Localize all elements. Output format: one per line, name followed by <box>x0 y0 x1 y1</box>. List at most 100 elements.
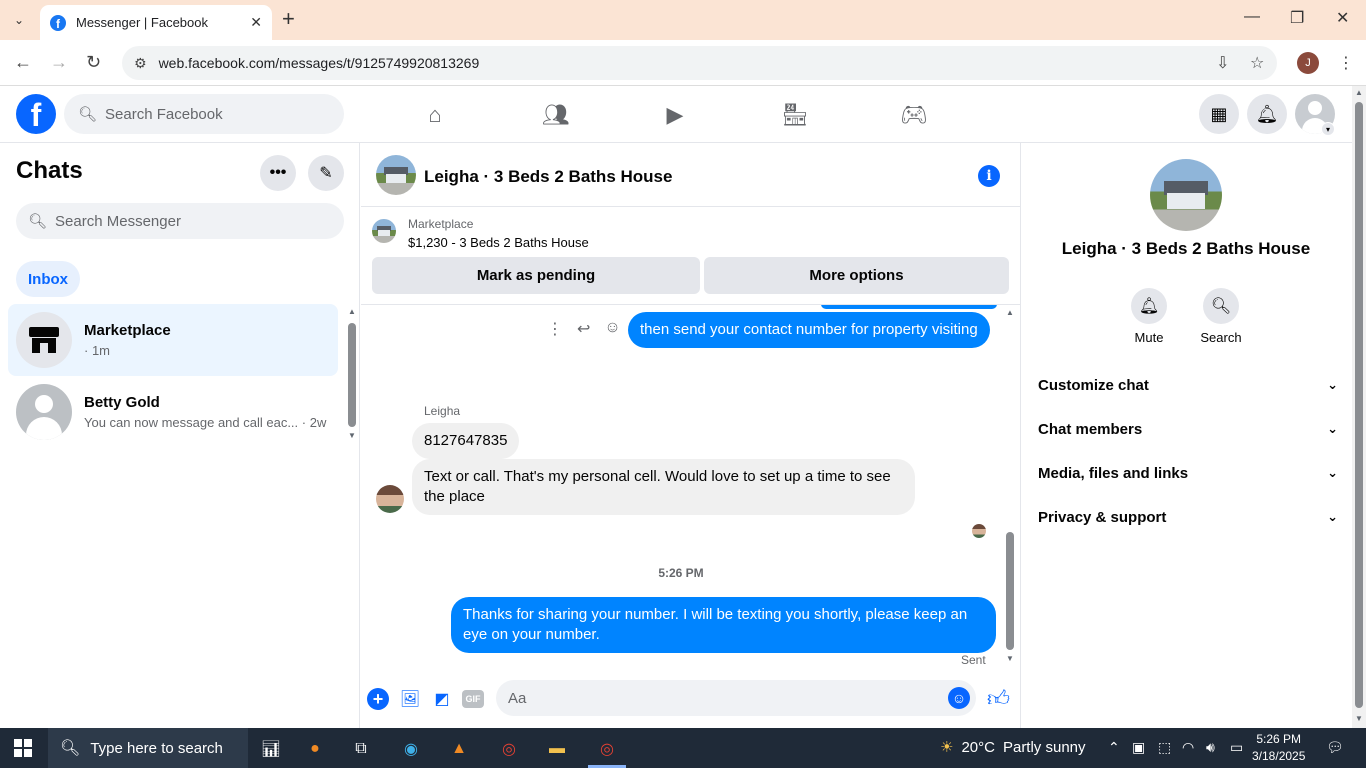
browser-tab-messenger[interactable]: f Messenger | Facebook ✕ <box>40 5 272 40</box>
outgoing-message-bubble[interactable]: Thanks for sharing your number. I will b… <box>451 597 996 653</box>
battery-icon[interactable]: ▭ <box>1230 739 1243 756</box>
show-hidden-icons-icon[interactable]: ⌃ <box>1108 739 1120 756</box>
sender-avatar[interactable] <box>376 485 404 513</box>
gif-icon[interactable]: GIF <box>462 690 484 708</box>
reply-icon[interactable]: ↩ <box>577 319 590 339</box>
sticker-icon[interactable]: ◩ <box>431 688 453 710</box>
minimize-window-icon[interactable]: — <box>1244 8 1260 26</box>
incoming-message-bubble[interactable]: Text or call. That's my personal cell. W… <box>412 459 915 515</box>
edge-browser-icon[interactable]: ◉ <box>398 736 424 762</box>
task-view-icon[interactable]: ⧉ <box>348 736 374 762</box>
scroll-down-arrow-icon[interactable]: ▼ <box>1355 714 1363 723</box>
taskbar-search-box[interactable]: 🔍︎ Type here to search <box>48 728 248 768</box>
conversation-info-icon[interactable]: i <box>978 165 1000 187</box>
scroll-up-arrow-icon[interactable]: ▲ <box>1006 308 1014 317</box>
chat-name: Betty Gold <box>84 394 160 411</box>
listing-large-avatar[interactable] <box>1150 159 1222 231</box>
outgoing-message-bubble[interactable]: then send your contact number for proper… <box>628 312 990 348</box>
marketplace-icon[interactable]: 🏪︎ <box>775 100 815 130</box>
back-arrow-icon[interactable]: ← <box>14 52 32 73</box>
attach-photo-icon[interactable]: 🖼︎ <box>399 688 421 710</box>
privacy-support-section[interactable]: Privacy & support ⌄ <box>1038 501 1338 533</box>
listing-thumbnail[interactable] <box>372 219 396 243</box>
video-icon[interactable]: ▶ <box>655 100 695 130</box>
windows-taskbar: 🔍︎ Type here to search 📊︎ ● ⧉ ◉ ▲ ◎ ▬ ◎ … <box>0 728 1366 768</box>
section-label: Privacy & support <box>1038 508 1167 526</box>
weather-widget[interactable]: ☀ 20°C Partly sunny <box>940 738 1086 757</box>
close-window-icon[interactable]: ✕ <box>1336 8 1349 28</box>
menu-grid-icon[interactable]: ▦ <box>1199 94 1239 134</box>
chat-members-section[interactable]: Chat members ⌄ <box>1038 413 1338 445</box>
close-tab-icon[interactable]: ✕ <box>250 14 262 31</box>
chats-scrollbar-thumb[interactable] <box>348 323 356 427</box>
react-emoji-icon[interactable]: ☺ <box>604 319 620 339</box>
facebook-logo[interactable]: f <box>16 94 56 134</box>
facebook-search-box[interactable]: 🔍︎ Search Facebook <box>64 94 344 134</box>
chrome-icon[interactable]: ◎ <box>496 736 522 762</box>
site-info-icon[interactable]: ⚙ <box>134 55 147 72</box>
chat-options-icon[interactable]: ••• <box>260 155 296 191</box>
more-options-button[interactable]: More options <box>704 257 1009 294</box>
customize-chat-section[interactable]: Customize chat ⌄ <box>1038 369 1338 401</box>
conversation-title[interactable]: Leigha · 3 Beds 2 Baths House <box>424 167 672 187</box>
chat-item-betty-gold[interactable]: Betty Gold You can now message and call … <box>8 376 338 448</box>
gaming-icon[interactable]: 🎮︎ <box>894 100 934 130</box>
bookmark-star-icon[interactable]: ☆ <box>1250 53 1264 73</box>
file-explorer-icon[interactable]: ▬ <box>544 736 570 762</box>
address-bar[interactable]: ⚙ web.facebook.com/messages/t/9125749920… <box>122 46 1277 80</box>
marketplace-store-icon <box>16 312 72 368</box>
section-label: Chat members <box>1038 420 1143 438</box>
browser-menu-icon[interactable]: ⋮ <box>1338 53 1354 73</box>
media-files-links-section[interactable]: Media, files and links ⌄ <box>1038 457 1338 489</box>
mute-action[interactable]: 🔔︎ Mute <box>1119 288 1179 345</box>
browser-profile-avatar[interactable]: J <box>1297 52 1319 74</box>
home-icon[interactable]: ⌂ <box>415 100 455 130</box>
reload-icon[interactable]: ↻ <box>86 52 101 73</box>
friends-icon[interactable]: 👥︎ <box>536 100 576 130</box>
notifications-bell-icon[interactable]: 🔔︎ <box>1247 94 1287 134</box>
messages-scrollbar-thumb[interactable] <box>1006 532 1014 650</box>
listing-title[interactable]: $1,230 - 3 Beds 2 Baths House <box>408 235 589 250</box>
meet-now-icon[interactable]: ▣ <box>1132 739 1145 756</box>
chat-item-marketplace[interactable]: Marketplace · 1m <box>8 304 338 376</box>
inbox-tab[interactable]: Inbox <box>16 261 80 297</box>
account-chevron-icon[interactable]: ▾ <box>1321 122 1335 136</box>
search-in-conversation-action[interactable]: 🔍︎ Search <box>1191 288 1251 345</box>
chrome-active-icon[interactable]: ◎ <box>594 736 620 762</box>
windows-start-icon[interactable] <box>14 739 32 757</box>
scroll-down-arrow-icon[interactable]: ▼ <box>348 431 356 440</box>
tab-search-chevron-icon[interactable]: ⌄ <box>8 9 30 31</box>
emoji-icon[interactable]: ☺ <box>948 687 970 709</box>
notifications-icon[interactable]: 💬︎ <box>1326 739 1344 756</box>
message-input[interactable] <box>496 680 976 716</box>
messenger-search-box[interactable]: 🔍︎ Search Messenger <box>16 203 344 239</box>
scroll-down-arrow-icon[interactable]: ▼ <box>1006 654 1014 663</box>
system-clock[interactable]: 5:26 PM 3/18/2025 <box>1252 731 1305 765</box>
incoming-message-bubble[interactable]: 8127647835 <box>412 423 520 459</box>
wifi-icon[interactable]: ◠ <box>1182 739 1194 756</box>
basketball-app-icon[interactable]: ● <box>302 736 328 762</box>
scroll-up-arrow-icon[interactable]: ▲ <box>1355 88 1363 97</box>
thumbs-up-like-icon[interactable]: 👍︎ <box>987 685 1010 712</box>
plus-icon[interactable]: + <box>367 688 389 710</box>
chevron-down-icon: ⌄ <box>1327 509 1338 524</box>
forward-arrow-icon[interactable]: → <box>50 52 68 73</box>
widget-app-icon[interactable]: 📊︎ <box>258 736 284 762</box>
page-scrollbar-thumb[interactable] <box>1355 102 1363 708</box>
messages-scrollbar[interactable]: ▲ ▼ <box>1006 308 1014 663</box>
camera-icon[interactable]: ⬚ <box>1158 739 1171 756</box>
more-actions-icon[interactable]: ⋮ <box>547 319 563 339</box>
page-scrollbar[interactable]: ▲ ▼ <box>1352 86 1366 728</box>
messenger-search-placeholder: Search Messenger <box>55 212 181 230</box>
volume-icon[interactable]: 🔊︎ <box>1206 739 1215 756</box>
message-list: ⋮ ↩ ☺ then send your contact number for … <box>361 305 1021 675</box>
scroll-up-arrow-icon[interactable]: ▲ <box>348 307 356 316</box>
restore-window-icon[interactable]: ❐ <box>1290 8 1304 28</box>
new-tab-button[interactable]: + <box>282 8 295 30</box>
chats-scrollbar[interactable]: ▲ ▼ <box>348 307 356 440</box>
new-message-icon[interactable]: ✎ <box>308 155 344 191</box>
install-app-icon[interactable]: ⇩ <box>1216 53 1229 73</box>
vlc-icon[interactable]: ▲ <box>446 736 472 762</box>
mark-as-pending-button[interactable]: Mark as pending <box>372 257 700 294</box>
listing-avatar[interactable] <box>376 155 416 195</box>
